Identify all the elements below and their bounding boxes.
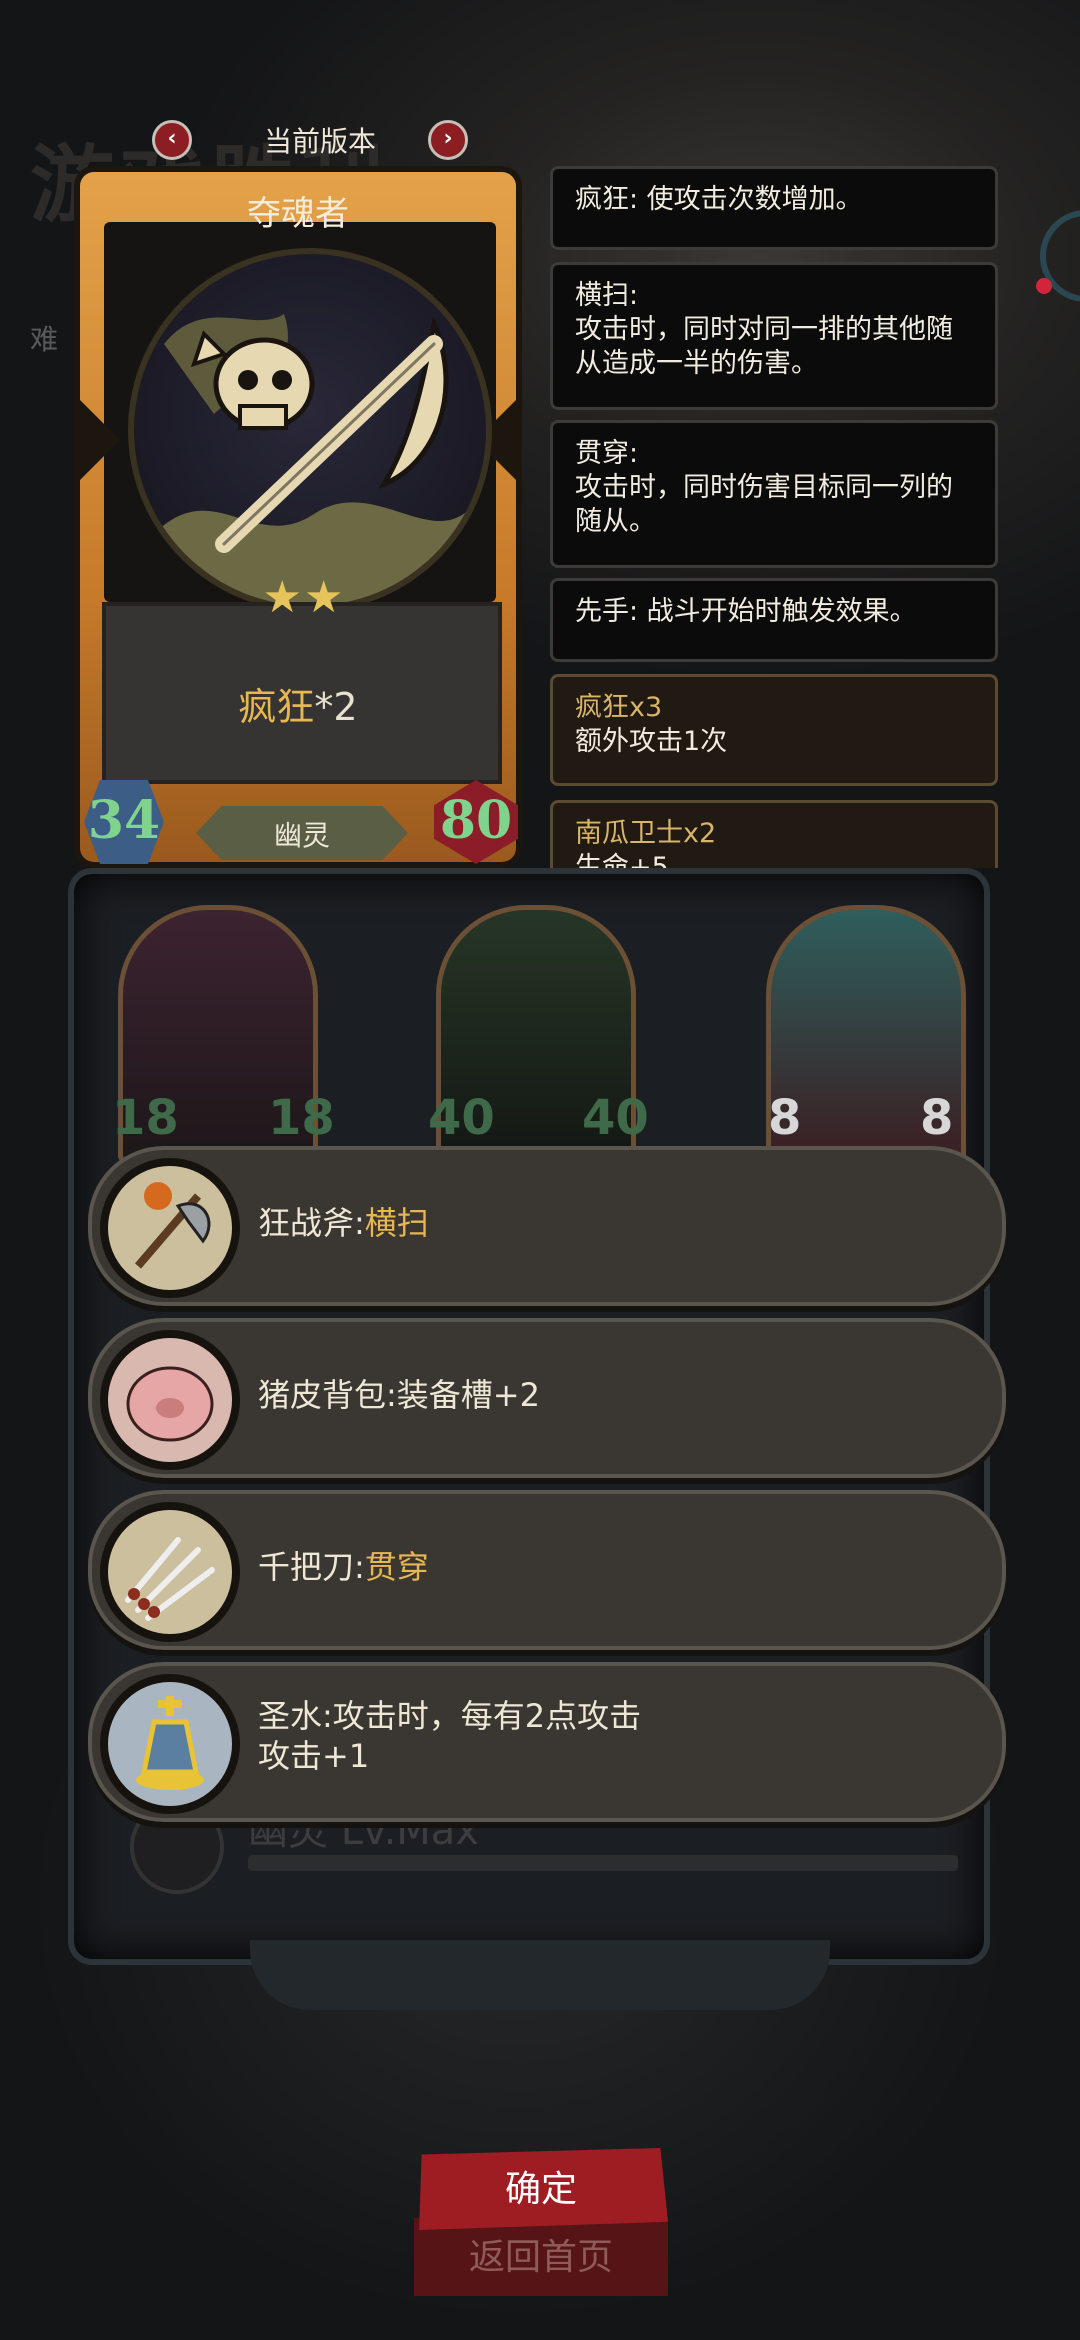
keyword-desc-frenzy: 疯狂: 使攻击次数增加。 <box>550 166 998 250</box>
race-label: 幽灵 <box>273 819 330 852</box>
keyword-desc-sweep: 横扫: 攻击时，同时对同一排的其他随从造成一半的伤害。 <box>550 262 998 410</box>
unit-health: 40 <box>582 1090 649 1146</box>
synergy-title: 南瓜卫士x2 <box>575 818 717 849</box>
background-difficulty: 难 <box>30 323 59 356</box>
hero-attack: 34 <box>87 790 161 851</box>
unit-health: 8 <box>920 1090 954 1146</box>
skill-multiplier: *2 <box>314 685 358 729</box>
keyword-desc-first-strike: 先手: 战斗开始时触发效果。 <box>550 578 998 662</box>
unit-attack: 40 <box>428 1090 495 1146</box>
synergy-pumpkin-guard: 南瓜卫士x2 生命+5 <box>550 800 998 868</box>
keyword-description-panel[interactable]: 疯狂: 使攻击次数增加。 横扫: 攻击时，同时对同一排的其他随从造成一半的伤害。… <box>540 160 1010 868</box>
synergy-body: 生命+5 <box>575 852 669 868</box>
desc-body: 攻击时，同时对同一排的其他随从造成一半的伤害。 <box>575 314 953 379</box>
desc-body: 攻击时，同时伤害目标同一列的随从。 <box>575 472 953 537</box>
hero-health: 80 <box>439 790 513 851</box>
equipment-name: 圣水: <box>258 1697 333 1735</box>
synergy-body: 额外攻击1次 <box>575 726 728 757</box>
equipment-effect: 贯穿 <box>364 1548 429 1586</box>
equipment-text: 狂战斧:横扫 <box>258 1203 429 1243</box>
holy-water-icon <box>100 1674 240 1814</box>
equipment-effect: 攻击时，每有2点攻击 <box>332 1697 642 1735</box>
equipment-name: 千把刀: <box>258 1548 365 1586</box>
equipment-effect-line2: 攻击+1 <box>258 1737 370 1775</box>
reaper-skull-icon <box>154 314 474 606</box>
equipment-effect: 横扫 <box>364 1204 429 1242</box>
keyword-desc-pierce: 贯穿: 攻击时，同时伤害目标同一列的随从。 <box>550 420 998 568</box>
unit-attack: 8 <box>768 1090 802 1146</box>
axe-icon <box>100 1158 240 1298</box>
version-next-button[interactable]: › <box>428 120 468 160</box>
pig-backpack-icon <box>100 1330 240 1470</box>
desc-title: 先手: 战斗开始时触发效果。 <box>575 596 917 627</box>
equipment-name: 猪皮背包: <box>258 1376 397 1414</box>
star-rating-icon: ★★ <box>262 572 346 623</box>
desc-title: 疯狂: 使攻击次数增加。 <box>575 184 863 215</box>
synergy-title: 疯狂x3 <box>575 692 663 723</box>
synergy-frenzy: 疯狂x3 额外攻击1次 <box>550 674 998 786</box>
unit-attack: 18 <box>112 1090 179 1146</box>
knives-icon <box>100 1502 240 1642</box>
version-label: 当前版本 <box>263 125 376 158</box>
lineup-board-base <box>250 1940 830 2010</box>
return-home-label: 返回首页 <box>468 2237 613 2278</box>
equipment-effect: 装备槽+2 <box>396 1376 540 1414</box>
confirm-label: 确定 <box>504 2169 577 2210</box>
desc-title: 贯穿: <box>575 438 639 469</box>
desc-title: 横扫: <box>575 280 639 311</box>
hero-name: 夺魂者 <box>247 194 349 234</box>
ghost-level-bar <box>248 1855 958 1871</box>
equipment-name: 狂战斧: <box>258 1204 365 1242</box>
skill-name: 疯狂 <box>238 685 315 729</box>
card-spike-left <box>80 400 120 480</box>
version-prev-button[interactable]: ‹ <box>152 120 192 160</box>
equipment-text: 千把刀:贯穿 <box>258 1547 429 1587</box>
hero-portrait <box>128 248 492 612</box>
notification-dot-icon <box>1036 278 1052 294</box>
equipment-text: 圣水:攻击时，每有2点攻击 攻击+1 <box>258 1696 641 1776</box>
equipment-text: 猪皮背包:装备槽+2 <box>258 1375 540 1415</box>
unit-health: 18 <box>268 1090 335 1146</box>
hero-skill: 疯狂*2 <box>102 676 494 731</box>
